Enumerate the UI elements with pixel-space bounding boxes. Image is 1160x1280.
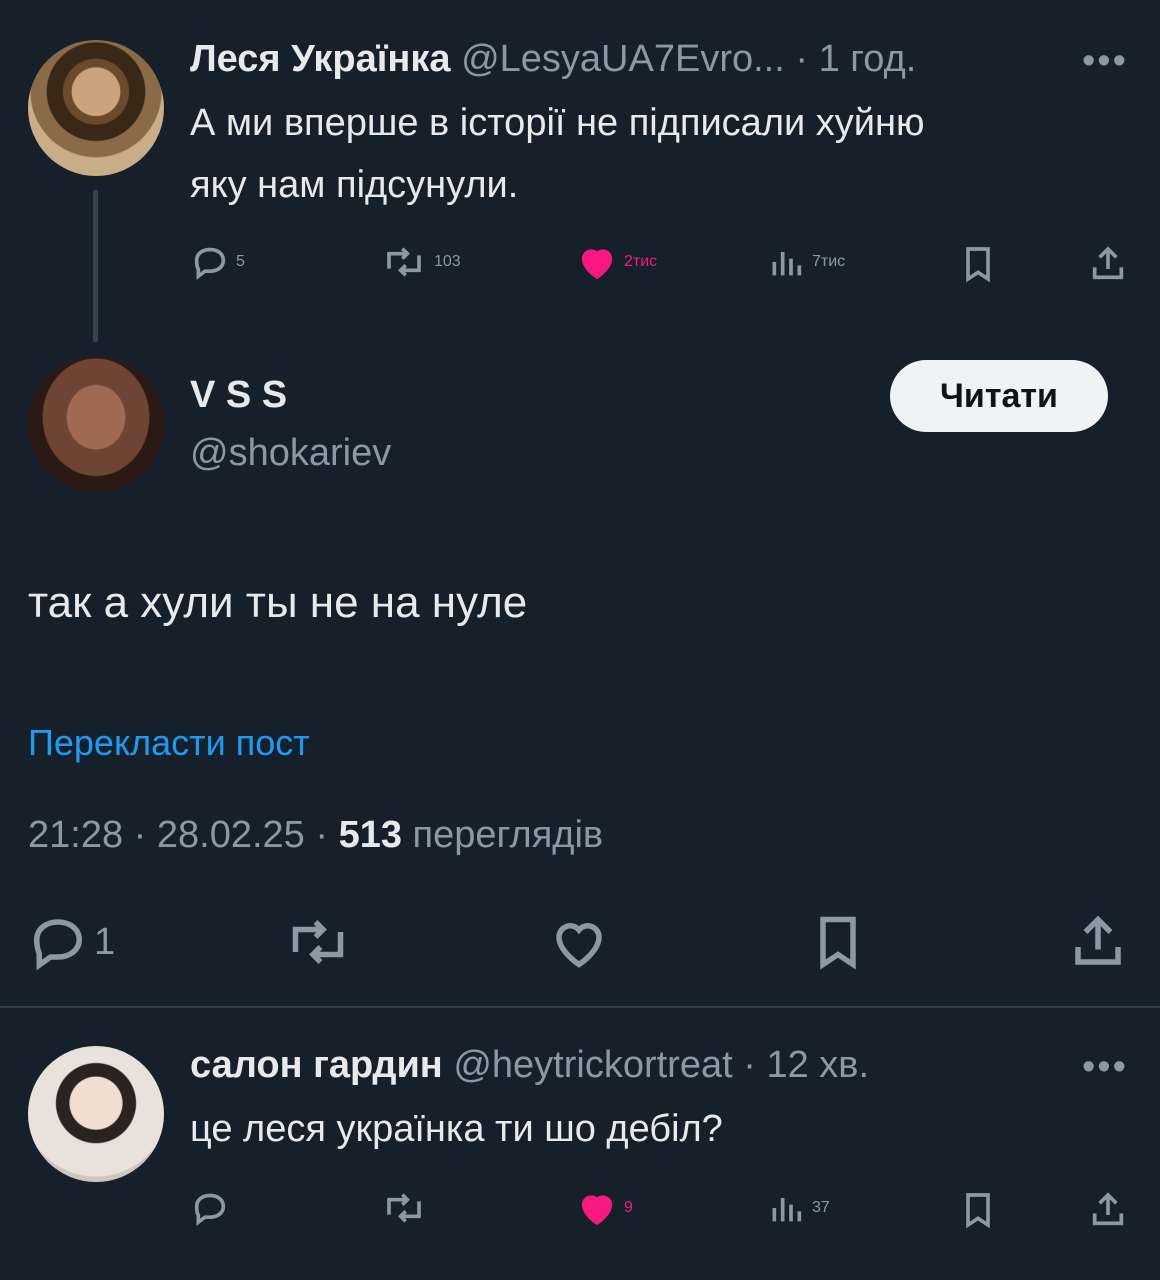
bookmark-icon (820, 916, 856, 970)
author-name[interactable]: салон гардин (190, 1044, 443, 1086)
more-icon[interactable]: ••• (1082, 40, 1128, 83)
share-icon (1075, 915, 1121, 965)
author-handle[interactable]: @LesyaUA7Evro... (461, 38, 785, 80)
like-count: 9 (624, 1199, 633, 1216)
separator: · (795, 38, 809, 80)
separator: · (315, 814, 329, 856)
repost-icon (292, 920, 344, 964)
tweet1-text: А ми вперше в історії не підписали хуйню… (190, 92, 1130, 216)
repost-button[interactable] (282, 912, 354, 972)
timestamp[interactable]: 12 хв. (766, 1044, 869, 1086)
views-button[interactable]: 37 (766, 1188, 830, 1228)
reply-icon (194, 1193, 226, 1226)
thread-connector (93, 190, 98, 342)
tweet-date[interactable]: 28.02.25 (157, 814, 305, 856)
repost-button[interactable] (380, 1188, 428, 1228)
share-button[interactable] (1088, 1188, 1128, 1232)
reply-text: це леся українка ти шо дебіл? (190, 1108, 723, 1150)
views-count: 7тис (812, 253, 846, 270)
bookmark-icon (966, 1193, 990, 1229)
share-icon (1092, 246, 1124, 280)
repost-button[interactable]: 103 (380, 242, 461, 282)
share-button[interactable] (1068, 910, 1128, 974)
reply-header: салон гардин @heytrickortreat · 12 хв. (190, 1044, 869, 1087)
main-tweet-text: так а хули ты не на нуле (28, 578, 528, 627)
avatar-salon[interactable] (28, 1046, 164, 1182)
author-handle[interactable]: @shokariev (190, 432, 391, 475)
author-name[interactable]: V S S (190, 374, 287, 417)
views-label: переглядів (412, 814, 604, 856)
share-icon (1092, 1192, 1124, 1226)
tweet1-header: Леся Українка @LesyaUA7Evro... · 1 год. (190, 38, 916, 81)
translate-link[interactable]: Перекласти пост (28, 722, 310, 764)
reply-count: 5 (236, 253, 245, 270)
reply-button[interactable]: 5 (190, 242, 245, 282)
reply-icon (33, 919, 83, 971)
heart-icon (581, 1195, 613, 1226)
repost-icon (387, 1193, 421, 1223)
reply-icon (194, 247, 226, 280)
tweet1-text-line: А ми вперше в історії не підписали хуйню (190, 102, 925, 144)
divider (0, 1006, 1160, 1008)
share-button[interactable] (1088, 242, 1128, 286)
views-button[interactable]: 7тис (766, 242, 845, 282)
avatar-lesya[interactable] (28, 40, 164, 176)
views-icon (772, 1198, 802, 1222)
tweet-time[interactable]: 21:28 (28, 814, 123, 856)
bookmark-button[interactable] (808, 910, 868, 974)
like-count: 2тис (624, 253, 658, 270)
more-icon[interactable]: ••• (1082, 1046, 1128, 1089)
bookmark-button[interactable] (958, 1188, 998, 1232)
heart-icon (556, 923, 602, 968)
like-button[interactable]: 9 (576, 1188, 633, 1228)
views-icon (772, 252, 802, 276)
timestamp[interactable]: 1 год. (819, 38, 917, 80)
tweet-meta: 21:28 · 28.02.25 · 513 переглядів (28, 814, 603, 857)
bookmark-icon (966, 247, 990, 283)
heart-icon (581, 249, 613, 280)
separator: · (743, 1044, 756, 1086)
repost-icon (387, 247, 421, 277)
bookmark-button[interactable] (958, 242, 998, 286)
reply-button[interactable] (190, 1188, 230, 1228)
reply-count: 1 (94, 920, 116, 963)
like-button[interactable]: 2тис (576, 242, 657, 282)
separator: · (133, 814, 147, 856)
like-button[interactable] (548, 912, 610, 972)
tweet1-text-line: яку нам підсунули. (190, 164, 519, 206)
repost-count: 103 (434, 253, 461, 270)
views-count: 513 (338, 814, 402, 856)
follow-button[interactable]: Читати (890, 360, 1108, 432)
views-count: 37 (812, 1199, 830, 1216)
reply-button[interactable]: 1 (28, 912, 115, 972)
author-handle[interactable]: @heytrickortreat (453, 1044, 732, 1086)
avatar-vss[interactable] (28, 356, 164, 492)
author-name[interactable]: Леся Українка (190, 38, 451, 80)
